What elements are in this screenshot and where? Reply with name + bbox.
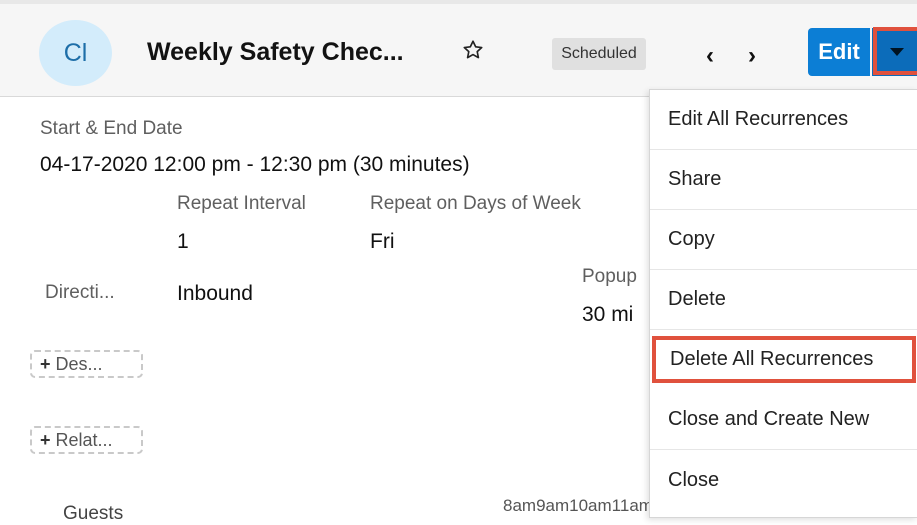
menu-item-close[interactable]: Close xyxy=(650,450,917,510)
status-badge: Scheduled xyxy=(552,38,646,70)
favorite-star-icon[interactable] xyxy=(462,39,484,61)
start-end-label: Start & End Date xyxy=(40,118,183,139)
edit-button[interactable]: Edit xyxy=(808,28,870,76)
plus-icon: + xyxy=(40,429,51,450)
direction-label: Directi... xyxy=(45,282,115,303)
description-button-label: Des... xyxy=(55,353,103,374)
previous-record-button[interactable]: ‹ xyxy=(706,42,714,70)
next-record-button[interactable]: › xyxy=(748,42,756,70)
record-title[interactable]: Weekly Safety Chec... xyxy=(147,38,404,67)
menu-item-delete[interactable]: Delete xyxy=(650,270,917,330)
guests-label: Guests xyxy=(63,503,124,524)
avatar: Cl xyxy=(39,20,112,86)
chevron-down-icon xyxy=(890,48,904,56)
popup-value: 30 mi xyxy=(582,303,634,326)
show-description-button[interactable]: + Des... xyxy=(30,350,143,378)
start-end-value: 04-17-2020 12:00 pm - 12:30 pm (30 minut… xyxy=(40,153,470,176)
menu-item-copy[interactable]: Copy xyxy=(650,210,917,270)
repeat-interval-value: 1 xyxy=(177,230,189,253)
direction-value: Inbound xyxy=(177,282,253,305)
popup-label: Popup xyxy=(582,266,637,287)
plus-icon: + xyxy=(40,353,51,374)
header-top-border xyxy=(0,0,917,4)
record-header: Cl Weekly Safety Chec... Scheduled ‹ › E… xyxy=(0,0,917,97)
menu-item-delete-all-recurrences[interactable]: Delete All Recurrences xyxy=(652,336,916,383)
actions-dropdown-menu: Edit All Recurrences Share Copy Delete D… xyxy=(649,89,917,518)
menu-item-edit-all-recurrences[interactable]: Edit All Recurrences xyxy=(650,90,917,150)
repeat-days-label: Repeat on Days of Week xyxy=(370,193,581,214)
show-related-button[interactable]: + Relat... xyxy=(30,426,143,454)
menu-item-close-and-create-new[interactable]: Close and Create New xyxy=(650,390,917,450)
menu-item-share[interactable]: Share xyxy=(650,150,917,210)
repeat-days-value: Fri xyxy=(370,230,395,253)
related-button-label: Relat... xyxy=(55,429,113,450)
repeat-interval-label: Repeat Interval xyxy=(177,193,306,214)
